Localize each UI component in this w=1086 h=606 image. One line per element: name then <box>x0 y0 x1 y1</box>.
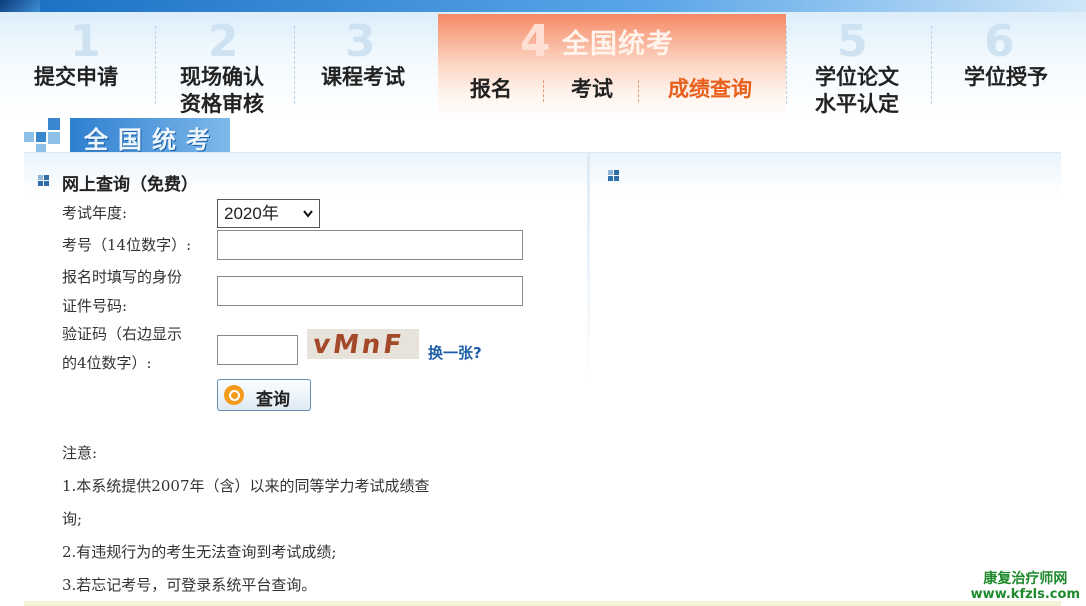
step-label-3: 课程考试 <box>321 65 405 89</box>
query-button-label: 查询 <box>256 390 290 410</box>
captcha-image[interactable]: vMnF <box>307 329 419 359</box>
panel-title: 网上查询（免费） <box>62 175 198 195</box>
step-number-2: 2 <box>208 16 239 67</box>
section-banner: 全国统考 <box>70 118 230 154</box>
captcha-input[interactable] <box>217 335 298 365</box>
top-corner-graphic <box>0 0 40 12</box>
captcha-text: vMnF <box>310 330 407 359</box>
step-label-1: 提交申请 <box>34 65 118 89</box>
nav-step-6[interactable]: 6 学位授予 <box>932 12 1086 120</box>
query-button[interactable]: 查询 <box>217 379 311 411</box>
step-label-5-line1: 学位论文 <box>815 65 899 89</box>
id-number-input[interactable] <box>217 276 523 306</box>
exam-number-label: 考号（14位数字）: <box>62 236 192 254</box>
deco-square <box>24 132 34 142</box>
query-panel-header: 网上查询（免费） <box>24 152 587 195</box>
step-number-4: 4 <box>520 16 551 67</box>
step-label-5-line2: 水平认定 <box>815 92 899 116</box>
step-number-3: 3 <box>345 16 376 67</box>
step-label-2-line2: 资格审核 <box>180 92 264 116</box>
step-title-4: 全国统考 <box>562 29 674 60</box>
sub-divider <box>543 80 544 102</box>
refresh-captcha-link[interactable]: 换一张? <box>428 342 482 363</box>
id-number-label-line1: 报名时填写的身份 <box>62 268 183 286</box>
right-panel-header <box>590 152 1061 195</box>
progress-nav: 1 提交申请 2 现场确认 资格审核 3 课程考试 4 全国统考 报名 考试 成… <box>0 12 1086 120</box>
deco-square <box>36 132 46 142</box>
chevron-down-icon <box>303 210 313 218</box>
year-select-value: 2020年 <box>224 204 279 223</box>
nav-step-3[interactable]: 3 课程考试 <box>295 12 438 120</box>
note-line-1a: 1.本系统提供2007年（含）以来的同等学力考试成绩查 <box>62 477 430 495</box>
watermark-line2: www.kfzls.com <box>970 587 1080 602</box>
captcha-label-line2: 的4位数字）: <box>62 354 152 372</box>
exam-number-input[interactable] <box>217 230 523 260</box>
search-icon <box>224 385 244 405</box>
note-line-3: 3.若忘记考号，可登录系统平台查询。 <box>62 576 317 594</box>
panel-divider <box>587 152 590 384</box>
captcha-label-line1: 验证码（右边显示 <box>62 325 183 343</box>
year-label: 考试年度: <box>62 204 128 222</box>
step-number-6: 6 <box>984 16 1015 67</box>
deco-square <box>48 132 60 144</box>
deco-square <box>36 144 46 152</box>
nav-step-1[interactable]: 1 提交申请 <box>0 12 155 120</box>
main-content: 网上查询（免费） 考试年度: 2020年 考号（14位数字）: 报名时填写的身份… <box>24 152 1061 606</box>
watermark-line1: 康复治疗师网 <box>983 571 1068 587</box>
step-label-2-line1: 现场确认 <box>180 65 264 89</box>
step-label-6: 学位授予 <box>964 65 1048 89</box>
id-number-label-line2: 证件号码: <box>62 297 128 315</box>
panel-bullet-icon <box>38 175 50 187</box>
notes-title: 注意: <box>62 444 98 462</box>
section-title: 全国统考 <box>84 125 220 154</box>
nav-sub-exam[interactable]: 考试 <box>571 76 613 102</box>
note-line-1b: 询; <box>62 510 83 528</box>
sub-divider <box>638 80 639 102</box>
step-number-5: 5 <box>837 16 868 67</box>
note-line-2: 2.有违规行为的考生无法查询到考试成绩; <box>62 543 337 561</box>
panel-bullet-icon <box>608 170 620 182</box>
year-select[interactable]: 2020年 <box>217 199 320 228</box>
watermark: 康复治疗师网 www.kfzls.com <box>971 571 1080 603</box>
nav-step-2[interactable]: 2 现场确认 资格审核 <box>156 12 294 120</box>
nav-step-5[interactable]: 5 学位论文 水平认定 <box>787 12 931 120</box>
nav-sub-register[interactable]: 报名 <box>470 76 512 102</box>
nav-sub-score-query[interactable]: 成绩查询 <box>668 76 752 102</box>
footer-strip <box>24 601 1061 606</box>
nav-step-4: 4 全国统考 <box>438 14 786 120</box>
top-strip <box>0 0 1086 12</box>
step-number-1: 1 <box>70 16 101 67</box>
deco-square <box>48 118 60 130</box>
